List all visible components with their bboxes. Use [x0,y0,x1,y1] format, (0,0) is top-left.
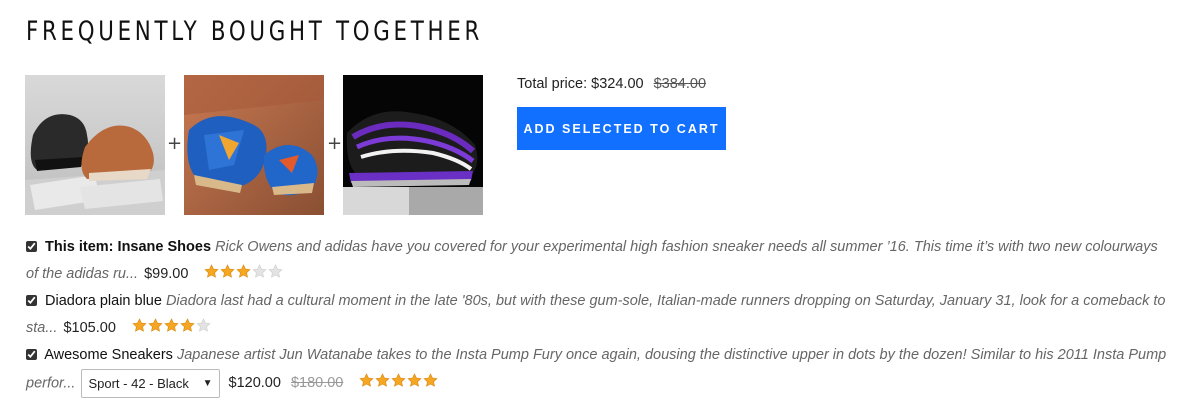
variant-select-value: Sport - 42 - Black [88,376,189,391]
rating-stars [204,264,284,279]
item-price: $120.00 [228,375,281,392]
add-selected-to-cart-button[interactable]: ADD SELECTED TO CART [517,107,726,150]
plus-separator: + [167,133,183,154]
star-filled-icon [375,373,391,388]
star-empty-icon [252,264,268,278]
star-filled-icon [180,318,195,332]
star-filled-icon [236,264,252,278]
item-checkbox[interactable] [26,295,37,306]
star-filled-icon [407,373,423,388]
total-price-label: Total price: [517,76,588,92]
item-checkbox[interactable] [26,241,37,252]
star-filled-icon [359,373,375,388]
item-original-price: $180.00 [290,375,344,392]
star-filled-icon [164,318,179,332]
rating-stars [132,318,211,333]
product-image-awesome-sneakers[interactable] [343,75,483,215]
star-filled-icon [220,264,236,278]
star-filled-icon [148,318,163,332]
plus-separator: + [327,133,343,154]
star-empty-icon [268,264,284,278]
chevron-down-icon: ▼ [202,378,213,389]
star-filled-icon [391,373,407,388]
rating-stars [359,373,439,388]
list-item: Diadora plain blue Diadora last had a cu… [26,288,1171,342]
item-checkbox[interactable] [26,349,37,360]
item-price: $99.00 [144,266,189,282]
product-image-diadora-plain-blue[interactable] [184,75,324,215]
star-empty-icon [196,318,211,332]
total-original-price: $384.00 [653,76,707,92]
total-price-value: $324.00 [591,76,644,92]
item-name[interactable]: Awesome Sneakers [44,347,173,363]
star-filled-icon [204,264,220,278]
list-item: This item: Insane Shoes Rick Owens and a… [26,234,1171,288]
section-title: FREQUENTLY BOUGHT TOGETHER [26,16,483,47]
item-name[interactable]: Diadora plain blue [45,293,162,309]
product-image-insane-shoes[interactable] [25,75,165,215]
star-filled-icon [132,318,147,332]
star-filled-icon [423,373,439,388]
product-list: This item: Insane Shoes Rick Owens and a… [26,234,1171,398]
item-price: $105.00 [63,320,116,336]
total-price-summary: Total price: $324.00 $384.00 [517,76,706,92]
list-item: Awesome Sneakers Japanese artist Jun Wat… [26,342,1171,398]
item-name[interactable]: This item: Insane Shoes [45,239,211,255]
variant-select[interactable]: Sport - 42 - Black ▼ [81,369,221,398]
